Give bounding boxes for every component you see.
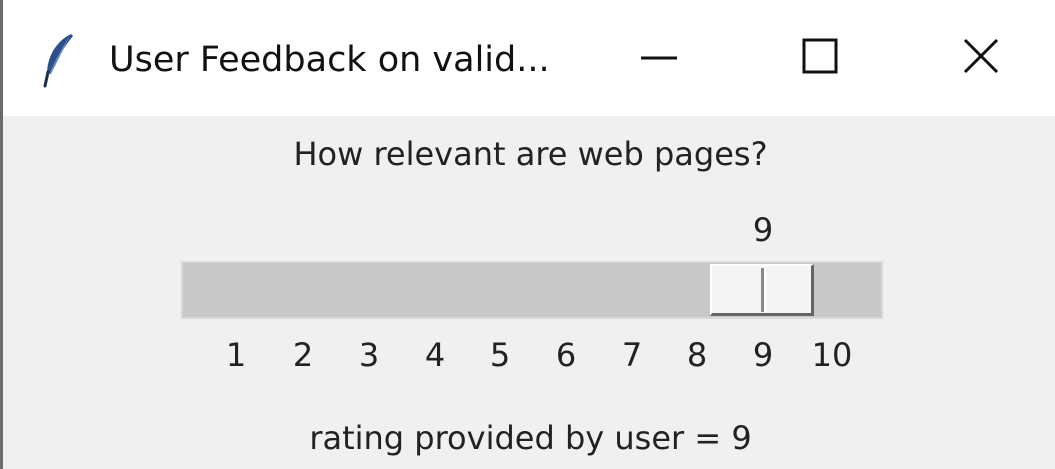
close-icon — [961, 36, 1001, 80]
maximize-button[interactable] — [760, 0, 880, 116]
rating-slider-thumb[interactable] — [710, 264, 814, 316]
title-bar[interactable]: User Feedback on valid... — [3, 0, 1055, 116]
tick-label-1: 1 — [225, 336, 247, 374]
tick-label-2: 2 — [292, 336, 314, 374]
app-window: User Feedback on valid... How relevant a… — [0, 0, 1055, 469]
tick-label-9: 9 — [752, 336, 774, 374]
question-label: How relevant are web pages? — [293, 135, 768, 173]
tick-label-3: 3 — [358, 336, 380, 374]
close-button[interactable] — [921, 0, 1041, 116]
slider-thumb-groove — [761, 268, 766, 312]
tick-label-5: 5 — [489, 336, 511, 374]
feather-icon — [41, 32, 77, 88]
minimize-icon — [639, 36, 679, 80]
tick-label-7: 7 — [621, 336, 643, 374]
tick-label-8: 8 — [686, 336, 708, 374]
minimize-button[interactable] — [599, 0, 719, 116]
tick-label-4: 4 — [424, 336, 446, 374]
rating-result-label: rating provided by user = 9 — [309, 419, 752, 457]
slider-value-label: 9 — [752, 211, 774, 249]
tick-label-10: 10 — [811, 336, 853, 374]
maximize-icon — [800, 36, 840, 80]
window-title: User Feedback on valid... — [109, 40, 550, 80]
tick-label-6: 6 — [555, 336, 577, 374]
